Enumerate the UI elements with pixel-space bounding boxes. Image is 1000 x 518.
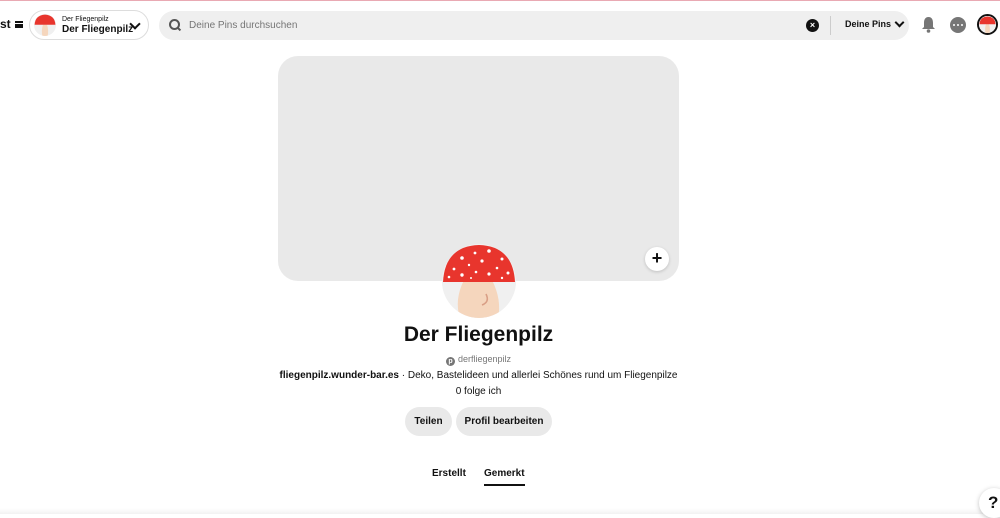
profile-bio: fliegenpilz.wunder-bar.es · Deko, Bastel… <box>0 370 957 381</box>
profile-handle: p derfliegenpilz <box>0 354 957 366</box>
chevron-down-icon <box>894 17 905 28</box>
bio-text: Deko, Bastelideen und allerlei Schönes r… <box>407 370 678 381</box>
clear-icon[interactable]: × <box>806 19 819 32</box>
share-button[interactable]: Teilen <box>405 407 452 436</box>
account-switcher[interactable]: Der Fliegenpilz Der Fliegenpilz <box>29 10 149 40</box>
profile-handle-text: derfliegenpilz <box>457 354 512 364</box>
account-small-label: Der Fliegenpilz <box>62 15 109 23</box>
add-cover-button[interactable]: + <box>645 247 669 271</box>
edit-profile-button[interactable]: Profil bearbeiten <box>456 407 552 436</box>
nav-menu-button[interactable]: st <box>0 17 23 31</box>
bio-separator: · <box>398 370 408 381</box>
website-link[interactable]: fliegenpilz.wunder-bar.es <box>280 370 399 381</box>
search-scope-label: Deine Pins <box>845 19 892 29</box>
mushroom-icon <box>442 244 516 318</box>
profile-name: Der Fliegenpilz <box>403 323 554 346</box>
tab-saved[interactable]: Gemerkt <box>484 468 525 479</box>
pinterest-icon: p <box>445 357 455 366</box>
active-tab-indicator <box>484 484 525 486</box>
search-icon <box>169 18 183 33</box>
search-bar: × Deine Pins <box>159 11 909 40</box>
search-scope-dropdown[interactable]: Deine Pins <box>845 17 905 29</box>
search-input[interactable] <box>187 19 791 32</box>
content-edge <box>0 508 1000 514</box>
top-accent-line <box>0 0 1000 1</box>
avatar[interactable] <box>977 14 998 35</box>
search-divider <box>830 16 831 35</box>
profile-avatar <box>442 244 516 318</box>
following-count[interactable]: 0 folge ich <box>0 386 957 397</box>
chat-icon[interactable] <box>950 17 966 33</box>
nav-menu-label: st <box>0 17 11 31</box>
account-name: Der Fliegenpilz <box>62 23 134 35</box>
bell-icon[interactable] <box>921 16 936 33</box>
menu-icon <box>14 20 23 28</box>
tab-created[interactable]: Erstellt <box>432 468 466 479</box>
account-mushroom-icon <box>34 14 56 36</box>
